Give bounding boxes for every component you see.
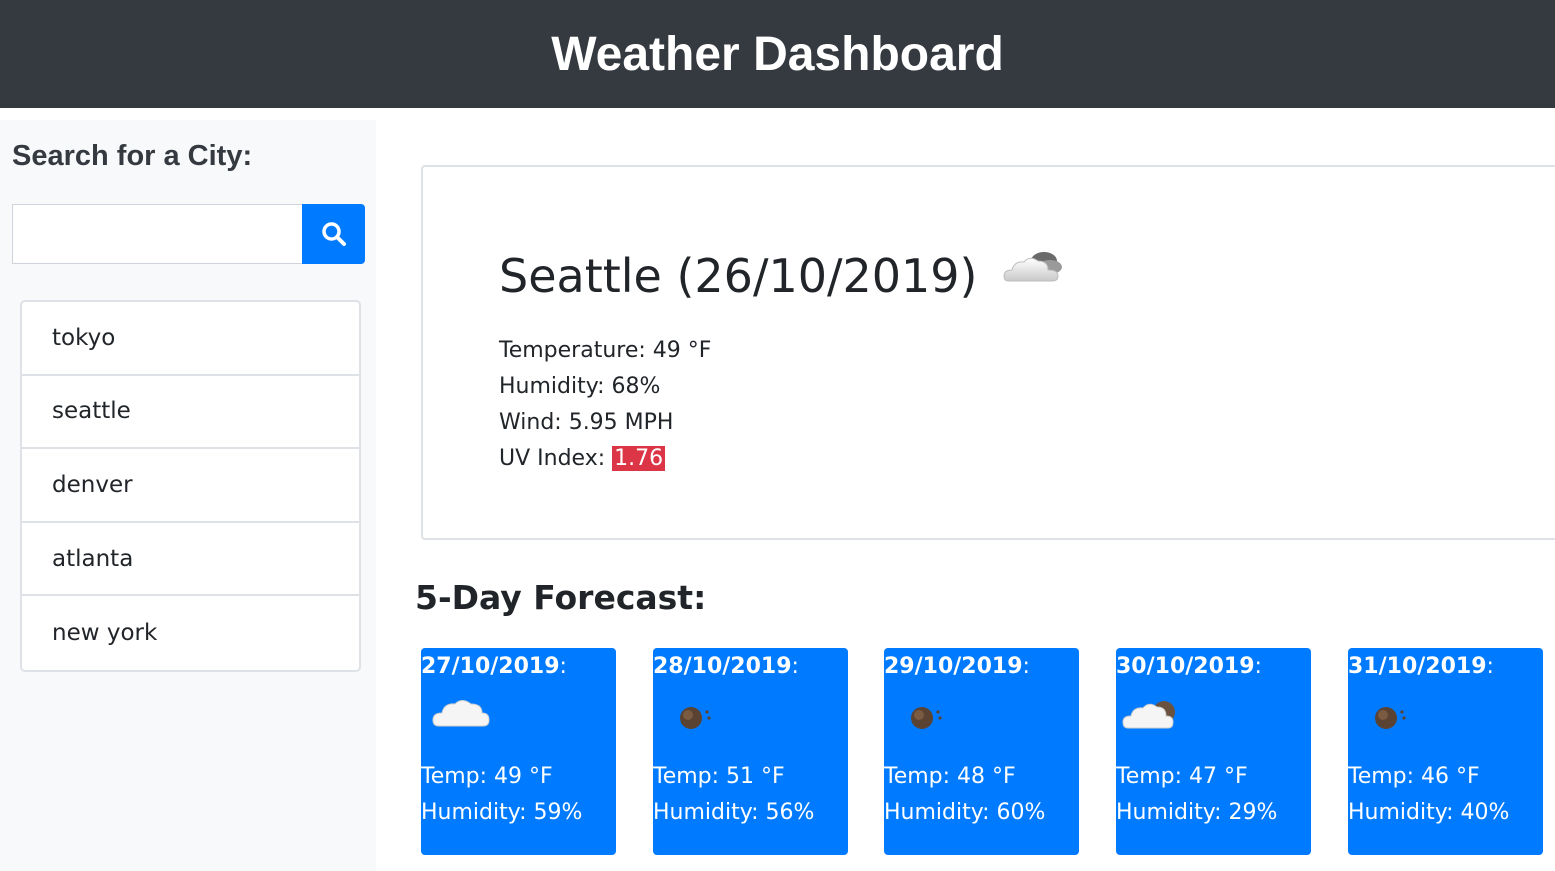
forecast-humidity: Humidity: 59% <box>421 800 583 825</box>
history-item-seattle[interactable]: seattle <box>22 376 359 450</box>
sidebar: Search for a City: tokyo seattle denver … <box>0 120 376 871</box>
forecast-card: 31/10/2019: Temp: 46 °F Humidity: 40% <box>1348 648 1543 855</box>
current-weather-card: Seattle (26/10/2019) Temperature: 49 °F … <box>421 165 1555 540</box>
city-search-input[interactable] <box>12 204 303 264</box>
cloud-moon-icon <box>1122 694 1184 738</box>
current-weather-details: Temperature: 49 °F Humidity: 68% Wind: 5… <box>499 333 711 477</box>
history-item-tokyo[interactable]: tokyo <box>22 302 359 376</box>
forecast-date-row: 31/10/2019: <box>1348 654 1494 679</box>
uv-index-badge: 1.76 <box>612 446 666 471</box>
forecast-date: 29/10/2019 <box>884 654 1023 679</box>
page-header: Weather Dashboard <box>0 0 1555 108</box>
cloud-icon <box>431 694 491 738</box>
forecast-temp: Temp: 51 °F <box>653 764 785 789</box>
forecast-temp: Temp: 48 °F <box>884 764 1016 789</box>
forecast-date: 31/10/2019 <box>1348 654 1487 679</box>
forecast-humidity: Humidity: 40% <box>1348 800 1510 825</box>
current-uv-row: UV Index: 1.76 <box>499 441 711 477</box>
current-wind: Wind: 5.95 MPH <box>499 410 674 435</box>
forecast-date-row: 27/10/2019: <box>421 654 567 679</box>
forecast-date-row: 30/10/2019: <box>1116 654 1262 679</box>
forecast-temp: Temp: 46 °F <box>1348 764 1480 789</box>
forecast-humidity: Humidity: 56% <box>653 800 815 825</box>
forecast-humidity: Humidity: 60% <box>884 800 1046 825</box>
search-button[interactable] <box>302 204 365 264</box>
current-humidity: Humidity: 68% <box>499 374 661 399</box>
forecast-date-row: 28/10/2019: <box>653 654 799 679</box>
search-heading: Search for a City: <box>12 140 253 172</box>
page-title: Weather Dashboard <box>551 27 1004 81</box>
forecast-temp: Temp: 49 °F <box>421 764 553 789</box>
forecast-humidity: Humidity: 29% <box>1116 800 1278 825</box>
cloud-sun-icon <box>1000 247 1066 304</box>
history-item-denver[interactable]: denver <box>22 449 359 523</box>
current-city-heading: Seattle (26/10/2019) <box>499 247 1066 304</box>
forecast-heading: 5-Day Forecast: <box>415 578 707 617</box>
forecast-card: 29/10/2019: Temp: 48 °F Humidity: 60% <box>884 648 1079 855</box>
forecast-card: 30/10/2019: Temp: 47 °F Humidity: 29% <box>1116 648 1311 855</box>
search-icon <box>321 222 346 246</box>
current-city-date: Seattle (26/10/2019) <box>499 248 978 303</box>
forecast-date: 28/10/2019 <box>653 654 792 679</box>
history-item-atlanta[interactable]: atlanta <box>22 523 359 597</box>
uv-label: UV Index: <box>499 446 613 471</box>
moon-icon <box>663 694 723 738</box>
forecast-date: 30/10/2019 <box>1116 654 1255 679</box>
forecast-card: 28/10/2019: Temp: 51 °F Humidity: 56% <box>653 648 848 855</box>
forecast-card: 27/10/2019: Temp: 49 °F Humidity: 59% <box>421 648 616 855</box>
history-item-new-york[interactable]: new york <box>22 596 359 670</box>
current-temperature: Temperature: 49 °F <box>499 338 712 363</box>
moon-icon <box>894 694 954 738</box>
forecast-temp: Temp: 47 °F <box>1116 764 1248 789</box>
search-history-list: tokyo seattle denver atlanta new york <box>20 300 361 672</box>
forecast-date-row: 29/10/2019: <box>884 654 1030 679</box>
moon-icon <box>1358 694 1418 738</box>
forecast-date: 27/10/2019 <box>421 654 560 679</box>
